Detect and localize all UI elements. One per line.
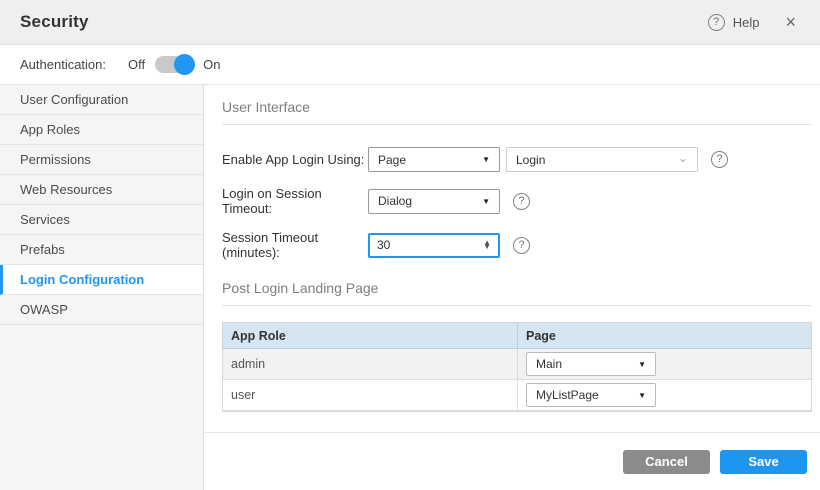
footer: Cancel Save: [204, 432, 820, 490]
table-header-row: App Role Page: [223, 323, 811, 349]
login-using-page-combo[interactable]: Login ⌄: [506, 147, 698, 172]
table-row: admin Main ▼: [223, 349, 811, 380]
sidebar-item-services[interactable]: Services: [0, 205, 203, 235]
sidebar: User Configuration App Roles Permissions…: [0, 85, 204, 490]
sidebar-item-login-configuration[interactable]: Login Configuration: [0, 265, 203, 295]
login-using-type-select[interactable]: Page ▼: [368, 147, 500, 172]
cancel-button[interactable]: Cancel: [623, 450, 710, 474]
toggle-knob: [174, 54, 195, 75]
page-select-user[interactable]: MyListPage ▼: [526, 383, 656, 407]
security-dialog: Security ? Help × Authentication: Off On…: [0, 0, 820, 490]
sidebar-item-permissions[interactable]: Permissions: [0, 145, 203, 175]
session-timeout-login-help-icon[interactable]: ?: [513, 193, 530, 210]
section-title-landing: Post Login Landing Page: [222, 280, 812, 296]
sidebar-item-owasp[interactable]: OWASP: [0, 295, 203, 325]
app-role-cell: admin: [223, 349, 517, 379]
section-divider: [222, 305, 812, 306]
section-title-user-interface: User Interface: [222, 99, 812, 115]
page-title: Security: [20, 12, 89, 32]
field-row-session-timeout-minutes: Session Timeout (minutes): ▲ ▼ ?: [222, 230, 812, 260]
caret-down-icon: ▼: [482, 155, 490, 164]
session-timeout-minutes-help-icon[interactable]: ?: [513, 237, 530, 254]
authentication-row: Authentication: Off On: [0, 45, 820, 85]
help-icon[interactable]: ?: [708, 14, 725, 31]
number-stepper[interactable]: ▲ ▼: [483, 241, 491, 250]
session-timeout-login-value: Dialog: [378, 194, 412, 208]
login-using-page-value: Login: [516, 153, 545, 167]
session-timeout-minutes-input-wrap: ▲ ▼: [368, 233, 500, 258]
session-timeout-minutes-input[interactable]: [377, 238, 467, 252]
spin-down-icon[interactable]: ▼: [483, 245, 491, 249]
session-timeout-login-select[interactable]: Dialog ▼: [368, 189, 500, 214]
page-select-user-value: MyListPage: [536, 388, 599, 402]
field-row-login-using: Enable App Login Using: Page ▼ Login ⌄ ?: [222, 147, 812, 172]
titlebar: Security ? Help ×: [0, 0, 820, 45]
column-header-page: Page: [517, 323, 811, 348]
sidebar-item-user-configuration[interactable]: User Configuration: [0, 85, 203, 115]
close-icon[interactable]: ×: [781, 11, 800, 33]
main-content: User Interface Enable App Login Using: P…: [204, 85, 820, 490]
page-select-admin[interactable]: Main ▼: [526, 352, 656, 376]
session-timeout-minutes-label: Session Timeout (minutes):: [222, 230, 368, 260]
caret-down-icon: ▼: [638, 391, 646, 400]
sidebar-item-prefabs[interactable]: Prefabs: [0, 235, 203, 265]
caret-down-icon: ▼: [482, 197, 490, 206]
column-header-app-role: App Role: [223, 323, 517, 348]
chevron-down-icon: ⌄: [678, 152, 688, 164]
login-using-help-icon[interactable]: ?: [711, 151, 728, 168]
save-button[interactable]: Save: [720, 450, 807, 474]
help-link[interactable]: Help: [733, 15, 760, 30]
login-using-type-value: Page: [378, 153, 406, 167]
field-row-session-timeout-login: Login on Session Timeout: Dialog ▼ ?: [222, 186, 812, 216]
sidebar-item-app-roles[interactable]: App Roles: [0, 115, 203, 145]
toggle-off-label: Off: [128, 57, 145, 72]
page-select-admin-value: Main: [536, 357, 562, 371]
section-divider: [222, 124, 812, 125]
sidebar-item-web-resources[interactable]: Web Resources: [0, 175, 203, 205]
caret-down-icon: ▼: [638, 360, 646, 369]
login-using-label: Enable App Login Using:: [222, 152, 368, 167]
session-timeout-login-label: Login on Session Timeout:: [222, 186, 368, 216]
toggle-on-label: On: [203, 57, 220, 72]
app-role-cell: user: [223, 380, 517, 410]
authentication-label: Authentication:: [20, 57, 106, 72]
landing-page-table: App Role Page admin Main ▼ user: [222, 322, 812, 412]
authentication-toggle[interactable]: [155, 56, 193, 73]
table-row: user MyListPage ▼: [223, 380, 811, 411]
